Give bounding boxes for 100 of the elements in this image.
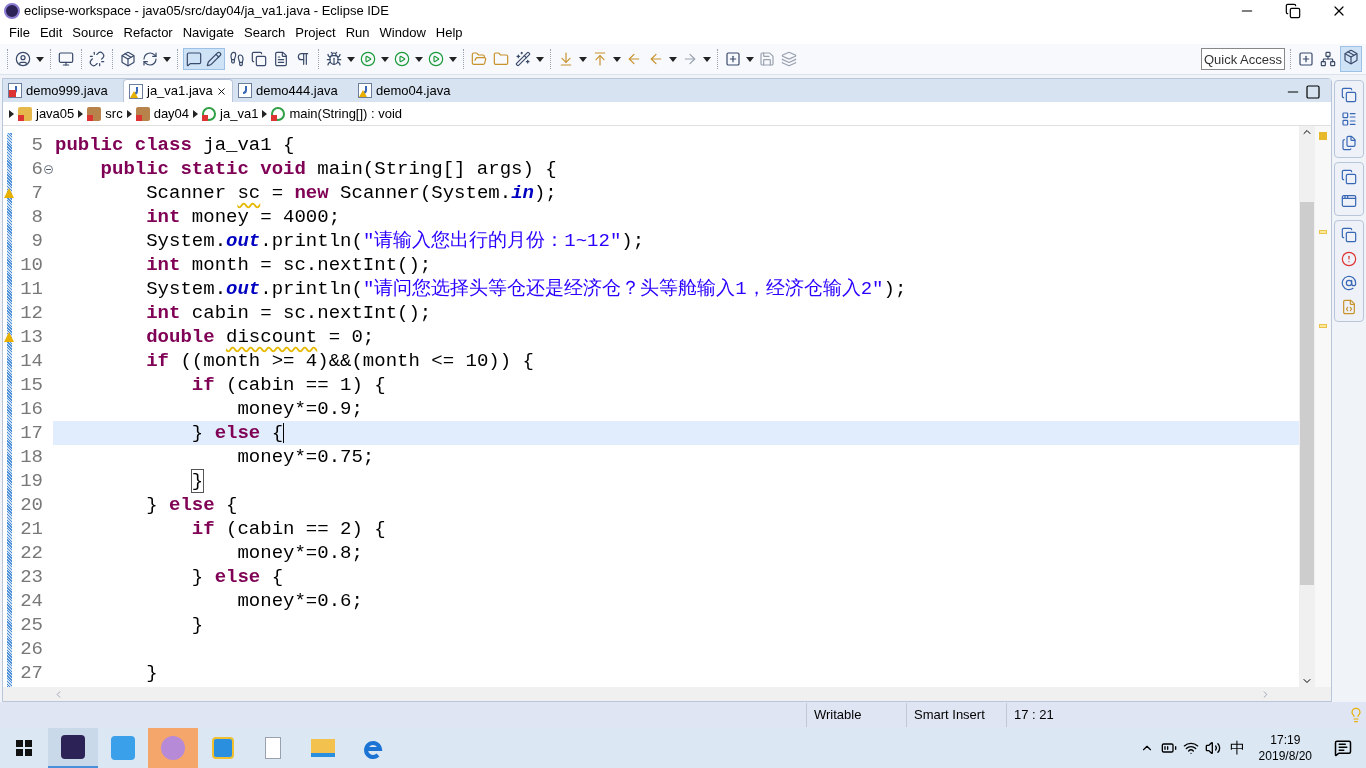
- menu-item[interactable]: Edit: [34, 23, 68, 43]
- line-number: 19: [20, 468, 43, 494]
- status-field: Smart Insert: [906, 703, 1006, 727]
- monitor-icon[interactable]: [56, 49, 76, 69]
- breadcrumb-item[interactable]: java05: [36, 103, 75, 124]
- breadcrumb-item[interactable]: src: [105, 103, 123, 124]
- menu-item[interactable]: Search: [239, 23, 291, 43]
- editor-tab[interactable]: demo999.java: [3, 79, 123, 102]
- text-cursor: [283, 423, 285, 443]
- refresh-icon[interactable]: [140, 49, 160, 69]
- pencil-icon[interactable]: [204, 49, 224, 69]
- documents-icon[interactable]: [1339, 133, 1359, 153]
- close-tab-icon[interactable]: [216, 85, 227, 97]
- line-number: 25: [20, 612, 43, 638]
- hierarchy-icon[interactable]: [1318, 49, 1338, 69]
- breadcrumb-arrow-icon[interactable]: [126, 109, 132, 118]
- at-sign-icon[interactable]: [1339, 273, 1359, 293]
- taskbar-clock[interactable]: 17:19 2019/8/20: [1250, 732, 1320, 764]
- unlink-icon[interactable]: [87, 49, 107, 69]
- java-file-warning-icon: [358, 83, 372, 98]
- method-icon: [271, 106, 286, 121]
- line-number: 21: [20, 516, 43, 542]
- person-icon[interactable]: [13, 49, 33, 69]
- breadcrumb-item[interactable]: ja_va1: [220, 103, 259, 124]
- problems-icon[interactable]: [1339, 249, 1359, 269]
- code-line: money*=0.9;: [236, 397, 364, 421]
- code-line: if ((month >= 4)&&(month <= 10)) {: [145, 349, 535, 373]
- package-folder-icon: [87, 106, 102, 121]
- line-number: 9: [31, 228, 43, 254]
- wand-icon[interactable]: [513, 49, 533, 69]
- editor-tab[interactable]: demo444.java: [233, 79, 353, 102]
- dropdown-caret-icon[interactable]: [668, 54, 678, 64]
- line-number: 12: [20, 300, 43, 326]
- eclipse-app-icon: [4, 3, 20, 19]
- editor-tab[interactable]: demo04.java: [353, 79, 473, 102]
- status-field: 17 : 21: [1006, 703, 1106, 727]
- line-number: 13: [20, 324, 43, 350]
- dropdown-caret-icon[interactable]: [380, 54, 390, 64]
- code-line: money*=0.6;: [236, 589, 364, 613]
- menu-item[interactable]: Navigate: [177, 23, 239, 43]
- code-line: }: [145, 661, 159, 685]
- breadcrumb-arrow-icon[interactable]: [78, 109, 84, 118]
- menu-item[interactable]: Project: [290, 23, 341, 43]
- dropdown-caret-icon[interactable]: [35, 54, 45, 64]
- menu-item[interactable]: Window: [374, 23, 431, 43]
- code-line: money*=0.8;: [236, 541, 364, 565]
- project-folder-icon: [18, 106, 32, 121]
- menu-item[interactable]: Run: [340, 23, 375, 43]
- taskbar-app-icon[interactable]: [48, 728, 98, 768]
- code-line: if (cabin == 2) {: [190, 517, 387, 541]
- breadcrumb-arrow-icon[interactable]: [262, 109, 268, 118]
- line-number: 22: [20, 540, 43, 566]
- input-method-indicator[interactable]: 中: [1223, 736, 1251, 760]
- dropdown-caret-icon[interactable]: [162, 54, 172, 64]
- dropdown-caret-icon[interactable]: [745, 54, 755, 64]
- outline-icon[interactable]: [1339, 109, 1359, 129]
- new-window-icon[interactable]: [723, 49, 743, 69]
- menu-item[interactable]: File: [4, 23, 35, 43]
- line-number: 6: [31, 156, 43, 182]
- java-file-warning-icon: [129, 83, 143, 99]
- menu-item[interactable]: Help: [430, 23, 468, 43]
- warning-mark-icon: [1319, 324, 1327, 328]
- quick-access-field[interactable]: Quick Access: [1201, 48, 1285, 70]
- editor-tab[interactable]: ja_va1.java: [123, 79, 233, 102]
- line-number: 8: [31, 204, 43, 230]
- line-number: 24: [20, 588, 43, 614]
- line-number: 10: [20, 252, 43, 278]
- code-line: } else {: [145, 493, 239, 517]
- dropdown-caret-icon[interactable]: [448, 54, 458, 64]
- speech-bubble-icon[interactable]: [184, 49, 204, 69]
- code-line: int money = 4000;: [145, 205, 342, 229]
- dropdown-caret-icon[interactable]: [578, 54, 588, 64]
- dropdown-caret-icon[interactable]: [612, 54, 622, 64]
- breadcrumb-item[interactable]: day04: [153, 103, 190, 124]
- package-icon[interactable]: [118, 49, 138, 69]
- code-line: public class ja_va1 {: [54, 133, 296, 157]
- code-line: if (cabin == 1) {: [190, 373, 387, 397]
- breadcrumb-item[interactable]: main(String[]) : void: [289, 103, 403, 124]
- perspective-icon[interactable]: [1296, 49, 1316, 69]
- maximize-icon[interactable]: [1303, 82, 1323, 102]
- breadcrumb-arrow-icon[interactable]: [9, 109, 14, 118]
- breadcrumb-arrow-icon[interactable]: [193, 109, 199, 118]
- dropdown-caret-icon[interactable]: [702, 54, 712, 64]
- menu-item[interactable]: Refactor: [118, 23, 178, 43]
- code-line: Scanner sc = new Scanner(System.in);: [145, 181, 558, 205]
- copy-icon[interactable]: [249, 49, 269, 69]
- dropdown-caret-icon[interactable]: [535, 54, 545, 64]
- code-line: int cabin = sc.nextInt();: [145, 301, 433, 325]
- code-line: System.out.println("请输入您出行的月份：1~12");: [145, 229, 646, 253]
- menu-item[interactable]: Source: [67, 23, 119, 43]
- footprints-icon[interactable]: [227, 49, 247, 69]
- vertical-scrollbar[interactable]: [1299, 126, 1315, 687]
- dropdown-caret-icon[interactable]: [346, 54, 356, 64]
- line-number: 18: [20, 444, 43, 470]
- class-icon: [202, 106, 217, 121]
- dropdown-caret-icon[interactable]: [414, 54, 424, 64]
- warning-mark-icon: [1319, 230, 1327, 234]
- scrollbar-thumb[interactable]: [1300, 202, 1314, 585]
- java-file-icon: [238, 83, 252, 98]
- window-title: eclipse-workspace - java05/src/day04/ja_va1.java - Eclipse IDE: [24, 2, 389, 21]
